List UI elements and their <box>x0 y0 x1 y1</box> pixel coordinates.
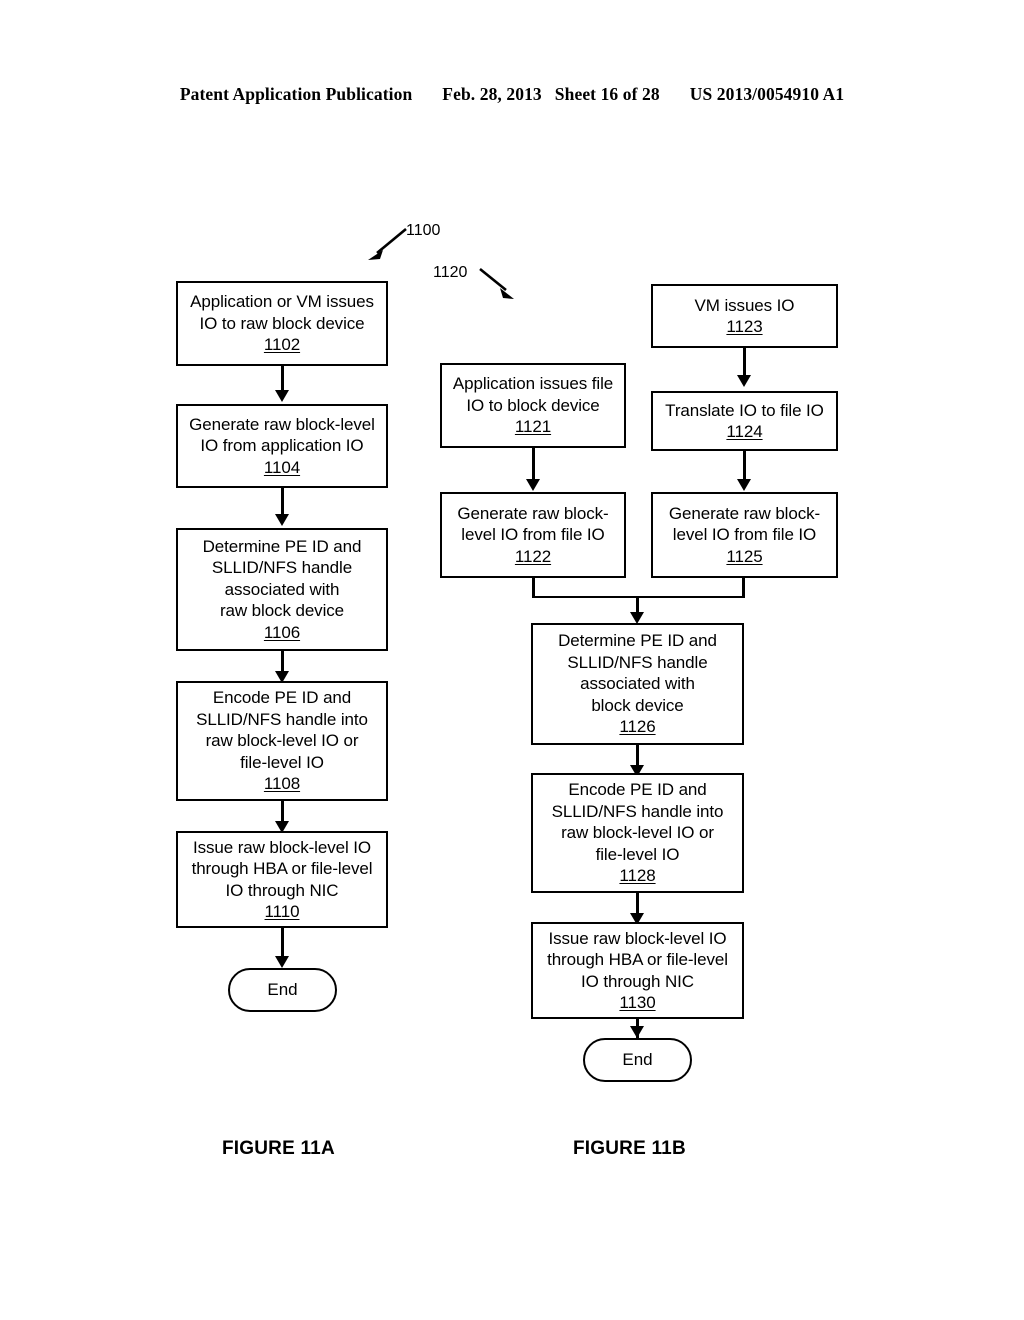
figure-caption-11b: FIGURE 11B <box>573 1138 686 1159</box>
node-1104-ref: 1104 <box>263 457 301 477</box>
node-1106-text: Determine PE ID and SLLID/NFS handle ass… <box>202 536 362 621</box>
figure-caption-11a: FIGURE 11A <box>222 1138 335 1159</box>
arrowhead-1130-end <box>630 1026 644 1038</box>
node-end-b-label: End <box>622 1050 653 1069</box>
node-1102: Application or VM issues IO to raw block… <box>176 281 388 366</box>
node-1125-ref: 1125 <box>726 546 763 566</box>
node-1124: Translate IO to file IO 1124 <box>651 391 838 451</box>
arrowhead-1102-1104 <box>275 390 289 402</box>
node-1104-text: Generate raw block-level IO from applica… <box>189 414 375 456</box>
connector-1104-1106 <box>281 488 284 516</box>
node-1106: Determine PE ID and SLLID/NFS handle ass… <box>176 528 388 651</box>
node-end-b: End <box>583 1038 692 1082</box>
connector-1121-1122 <box>532 448 535 481</box>
figure-area: 1100 1120 Application or VM issues IO to… <box>0 0 1024 1320</box>
node-1128: Encode PE ID and SLLID/NFS handle into r… <box>531 773 744 893</box>
node-1128-ref: 1128 <box>619 866 656 886</box>
node-1123-ref: 1123 <box>726 317 763 336</box>
node-1130-text: Issue raw block-level IO through HBA or … <box>547 928 728 991</box>
arrowhead-1104-1106 <box>275 514 289 526</box>
node-1125-text: Generate raw block- level IO from file I… <box>668 503 821 545</box>
connector-merge-bus <box>532 595 745 598</box>
node-1125: Generate raw block- level IO from file I… <box>651 492 838 578</box>
node-1126-text: Determine PE ID and SLLID/NFS handle ass… <box>558 631 717 715</box>
node-1108: Encode PE ID and SLLID/NFS handle into r… <box>176 681 388 801</box>
connector-1124-1125 <box>743 451 746 481</box>
node-1128-text: Encode PE ID and SLLID/NFS handle into r… <box>551 780 724 864</box>
node-end-a-label: End <box>267 980 298 999</box>
node-1110: Issue raw block-level IO through HBA or … <box>176 831 388 928</box>
node-1102-text: Application or VM issues IO to raw block… <box>190 292 374 333</box>
node-1104: Generate raw block-level IO from applica… <box>176 404 388 488</box>
node-1121: Application issues file IO to block devi… <box>440 363 626 448</box>
callout-leader-1120 <box>479 267 514 299</box>
arrowhead-1121-1122 <box>526 479 540 491</box>
arrowhead-1110-end <box>275 956 289 968</box>
node-1124-text: Translate IO to file IO <box>665 400 824 420</box>
node-end-a: End <box>228 968 337 1012</box>
node-1108-ref: 1108 <box>263 774 301 794</box>
node-1121-ref: 1121 <box>514 417 552 437</box>
node-1130: Issue raw block-level IO through HBA or … <box>531 922 744 1019</box>
callout-leader-1100 <box>368 227 407 260</box>
connector-1110-end <box>281 928 284 958</box>
node-1110-text: Issue raw block-level IO through HBA or … <box>191 837 373 900</box>
callout-label-1100: 1100 <box>406 222 441 239</box>
node-1106-ref: 1106 <box>263 622 301 642</box>
node-1130-ref: 1130 <box>619 993 656 1012</box>
node-1122-ref: 1122 <box>514 546 552 566</box>
node-1122: Generate raw block- level IO from file I… <box>440 492 626 578</box>
node-1102-ref: 1102 <box>263 335 301 355</box>
node-1108-text: Encode PE ID and SLLID/NFS handle into r… <box>196 688 368 772</box>
node-1110-ref: 1110 <box>264 902 300 921</box>
node-1123-text: VM issues IO <box>694 295 795 315</box>
arrowhead-1123-1124 <box>737 375 751 387</box>
connector-1102-1104 <box>281 366 284 392</box>
arrowhead-1124-1125 <box>737 479 751 491</box>
node-1123: VM issues IO 1123 <box>651 284 838 348</box>
node-1122-text: Generate raw block- level IO from file I… <box>457 503 609 545</box>
node-1126: Determine PE ID and SLLID/NFS handle ass… <box>531 623 744 745</box>
node-1121-text: Application issues file IO to block devi… <box>452 374 614 415</box>
node-1124-ref: 1124 <box>726 422 763 441</box>
connector-1123-1124 <box>743 348 746 377</box>
node-1126-ref: 1126 <box>619 717 656 737</box>
callout-label-1120: 1120 <box>433 264 468 281</box>
